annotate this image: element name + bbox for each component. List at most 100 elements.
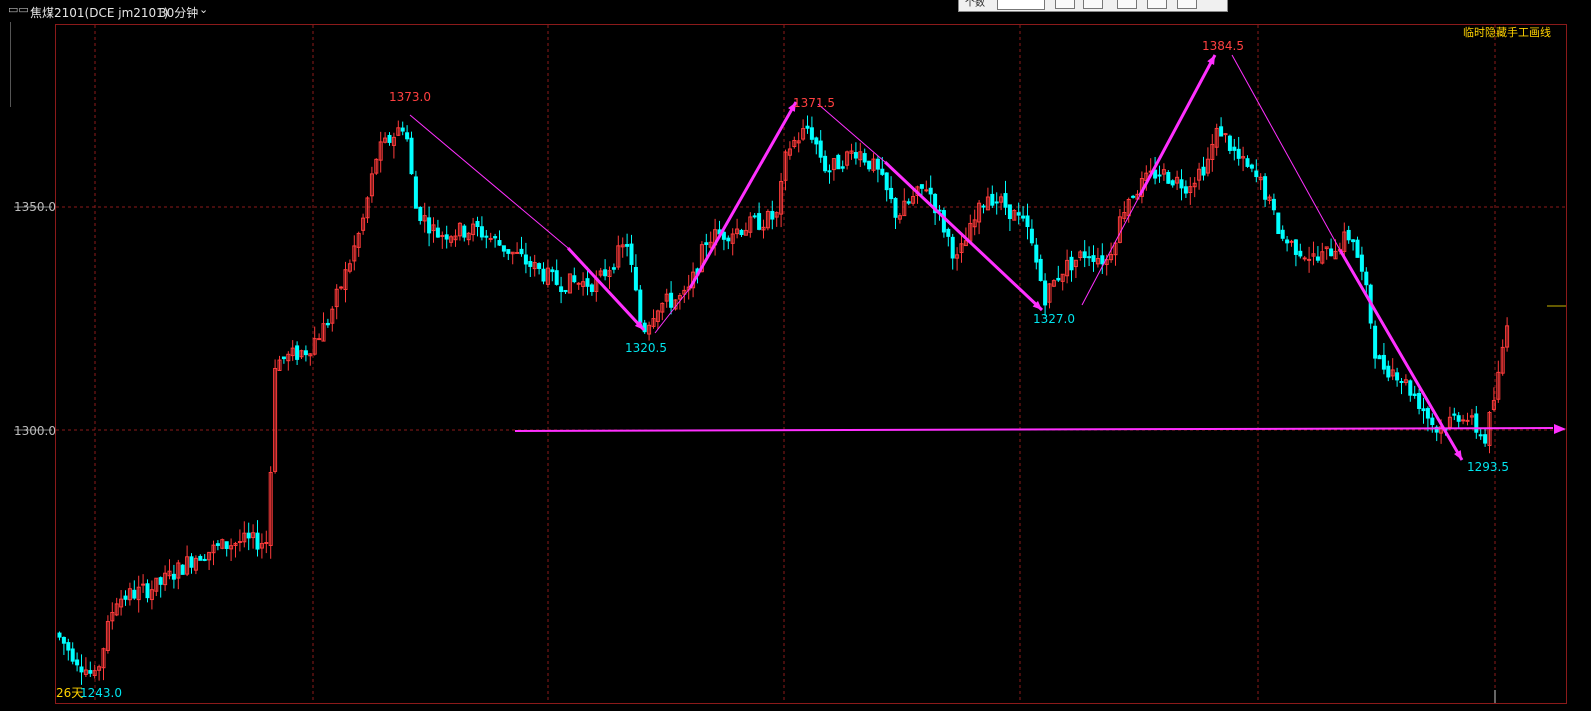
candle-body (493, 236, 498, 239)
candle-body (1003, 193, 1008, 208)
candle-body (1483, 434, 1488, 444)
candle-body (554, 270, 559, 285)
candle-body (840, 166, 845, 169)
candle-body (158, 577, 163, 585)
candle-body (418, 206, 423, 221)
candle-body (704, 242, 709, 245)
candle-body (1351, 239, 1356, 243)
candle-body (611, 267, 616, 270)
candle-body (836, 154, 841, 170)
candle-body (387, 134, 392, 143)
hide-drawings-button[interactable]: 临时隐藏手工画线 (1463, 24, 1551, 40)
candle-body (1043, 280, 1048, 306)
candle-body (1263, 176, 1268, 200)
candle-body (950, 236, 955, 259)
candle-body (198, 555, 203, 561)
candle-body (1364, 271, 1369, 286)
candle-body (515, 251, 520, 254)
candle-body (1179, 179, 1184, 189)
candle-body (1329, 248, 1334, 257)
candle-body (1346, 229, 1351, 241)
candle-body (1377, 355, 1382, 360)
candle-body (1271, 198, 1276, 211)
candle-body (70, 648, 75, 662)
candle-body (1359, 254, 1364, 272)
candle-body (1478, 434, 1483, 437)
candle-body (413, 176, 418, 209)
low-label-1243: 1243.0 (80, 686, 122, 700)
candle-body (924, 189, 929, 192)
candle-body (752, 215, 757, 218)
candle-body (1408, 380, 1413, 396)
candle-body (1465, 419, 1470, 422)
candle-body (57, 632, 62, 638)
candle-body (1091, 255, 1096, 262)
candle-body (906, 201, 911, 204)
candle-body (1289, 240, 1294, 243)
candle-body (1298, 250, 1303, 257)
candle-body (1249, 164, 1254, 169)
candle-body (1355, 239, 1360, 258)
candle-body (237, 541, 242, 544)
candle-body (519, 248, 524, 255)
peak-label-1373: 1373.0 (389, 90, 431, 104)
candle-body (638, 289, 643, 323)
candle-body (1461, 419, 1466, 422)
horizontal-line-arrow (1554, 424, 1566, 434)
candle-body (875, 158, 880, 170)
candle-body (1236, 148, 1241, 159)
candle-body (325, 322, 330, 326)
candle-body (1245, 158, 1250, 167)
trendline-down-2b (883, 160, 1044, 312)
candle-body (884, 172, 889, 191)
price-label-1300: 1300.0 (14, 424, 56, 438)
candle-body (585, 278, 590, 287)
candle-body (66, 642, 71, 651)
candle-body (1016, 212, 1021, 216)
candle-body (862, 153, 867, 163)
candle-body (1166, 171, 1171, 184)
candle-body (1069, 256, 1074, 271)
candle-body (145, 583, 150, 599)
candle-body (867, 160, 872, 170)
candle-body (1307, 258, 1312, 261)
peak-label-1384: 1384.5 (1202, 39, 1244, 53)
candle-body (726, 237, 731, 242)
trough-label-1327: 1327.0 (1033, 312, 1075, 326)
candle-body (770, 210, 775, 220)
candle-body (246, 532, 251, 539)
candle-body (295, 345, 300, 360)
candle-body (629, 243, 634, 265)
candle-body (1170, 180, 1175, 186)
candle-body (171, 573, 176, 580)
candle-body (123, 595, 128, 600)
candle-body (946, 228, 951, 237)
candle-body (1474, 413, 1479, 433)
candle-body (576, 282, 581, 285)
candle-body (572, 275, 577, 283)
trendline-down-3a (1231, 54, 1341, 251)
candle-body (132, 589, 137, 599)
trough-label-1293: 1293.5 (1467, 460, 1509, 474)
candle-body (603, 269, 608, 277)
candle-body (928, 187, 933, 195)
trendline-up-2a (1081, 194, 1141, 306)
candle-body (224, 541, 229, 549)
candle-body (1373, 325, 1378, 359)
price-label-1350: 1350.0 (14, 200, 56, 214)
candle-body (1280, 229, 1285, 239)
candle-body (1302, 257, 1307, 260)
candle-body (1223, 133, 1228, 136)
candle-body (1087, 256, 1092, 259)
candle-body (1417, 392, 1422, 409)
candle-body (479, 226, 484, 238)
candle-body (1157, 174, 1162, 177)
candle-body (303, 350, 308, 356)
candle-body (506, 249, 511, 254)
candle-body (255, 532, 260, 550)
candle-body (1285, 239, 1290, 244)
candle-body (1183, 186, 1188, 194)
candle-body (488, 237, 493, 240)
candle-body (757, 213, 762, 230)
candle-body (559, 286, 564, 293)
